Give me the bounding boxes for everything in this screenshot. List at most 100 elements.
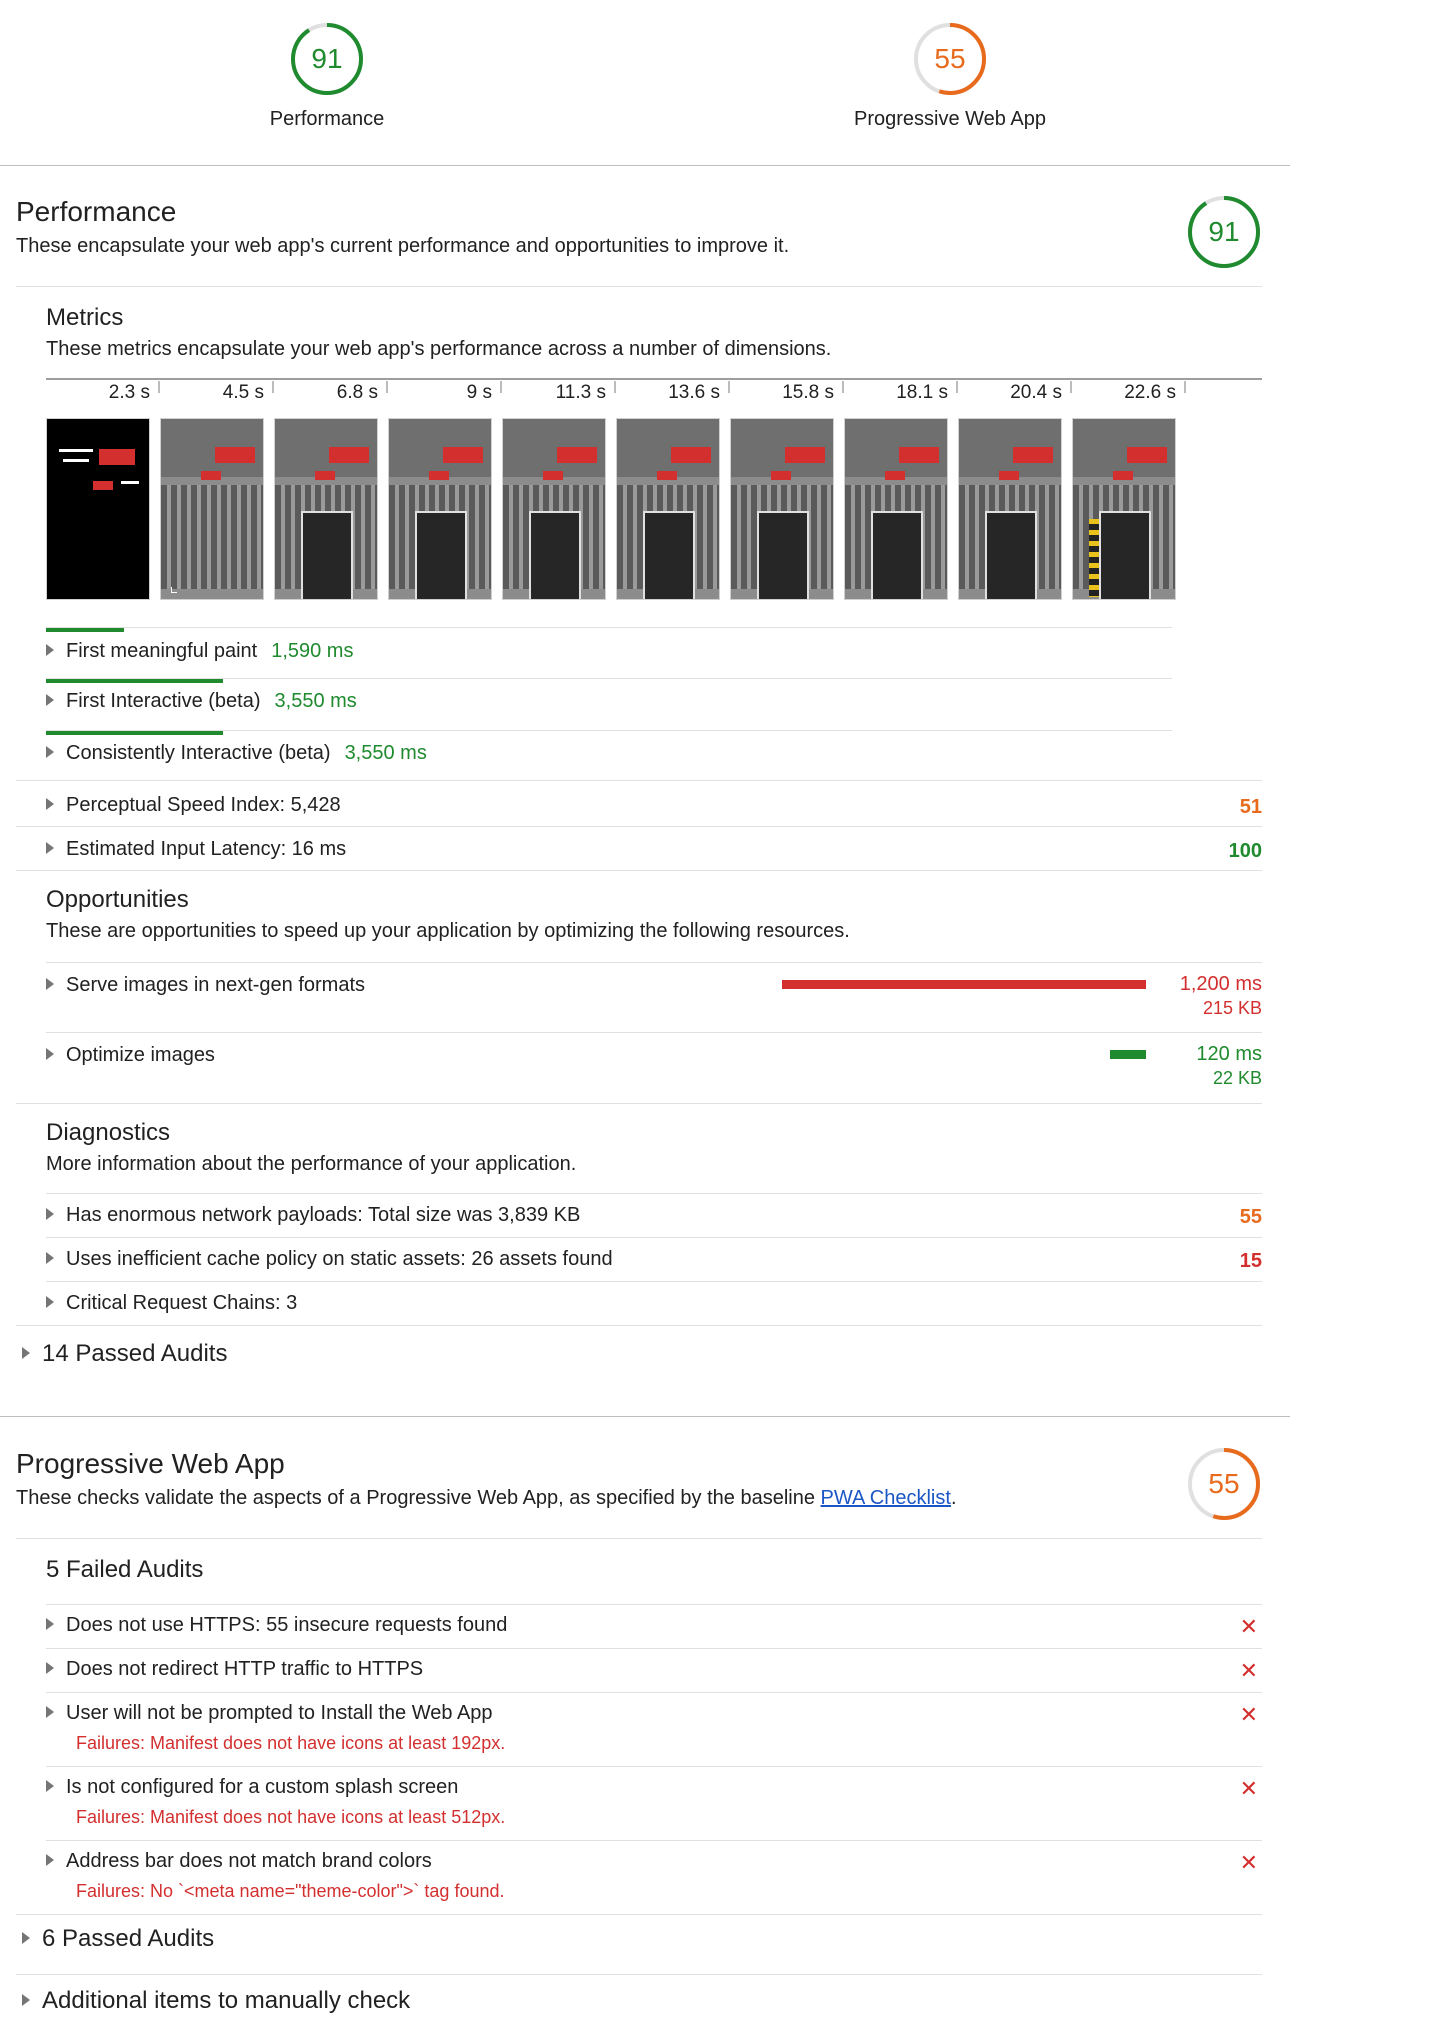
opportunity-size: 22 KB bbox=[1212, 1068, 1262, 1088]
failed-audit-label: Is not configured for a custom splash sc… bbox=[66, 1776, 459, 1798]
diagnostics-title: Diagnostics bbox=[46, 1119, 171, 1146]
timeline-tick: 22.6 s bbox=[1072, 380, 1186, 406]
audit-perceptual-speed-index[interactable]: Perceptual Speed Index: 5,428 bbox=[46, 794, 341, 817]
performance-section-title: Performance bbox=[16, 196, 177, 227]
timeline-tick: 20.4 s bbox=[958, 380, 1072, 406]
audit-first-meaningful-paint[interactable]: First meaningful paint 1,590 ms bbox=[46, 640, 353, 663]
opportunities-description: These are opportunities to speed up your… bbox=[46, 920, 850, 942]
metric-bar-first-meaningful-paint bbox=[46, 628, 124, 632]
audit-label: Perceptual Speed Index: 5,428 bbox=[66, 794, 341, 816]
diagnostic-network-payloads[interactable]: Has enormous network payloads: Total siz… bbox=[46, 1204, 580, 1227]
failed-audit-detail: Failures: Manifest does not have icons a… bbox=[76, 1807, 506, 1827]
expand-arrow-icon bbox=[46, 1207, 54, 1220]
manual-check-toggle[interactable]: Additional items to manually check bbox=[22, 1987, 410, 2015]
divider bbox=[46, 1237, 1262, 1238]
summary-gauge-pwa[interactable]: 55 Progressive Web App bbox=[800, 22, 1100, 131]
filmstrip-frame bbox=[502, 418, 606, 600]
failed-audits-title: 5 Failed Audits bbox=[46, 1556, 204, 1583]
failed-audit-installable[interactable]: User will not be prompted to Install the… bbox=[46, 1702, 493, 1725]
divider bbox=[46, 1604, 1262, 1605]
audit-first-interactive[interactable]: First Interactive (beta) 3,550 ms bbox=[46, 690, 357, 713]
failed-audit-detail: Failures: No `<meta name="theme-color">`… bbox=[76, 1881, 505, 1901]
failed-audit-redirect[interactable]: Does not redirect HTTP traffic to HTTPS bbox=[46, 1658, 423, 1681]
divider bbox=[46, 1281, 1262, 1282]
metric-bar-consistently-interactive bbox=[46, 731, 223, 735]
pwa-section-description: These checks validate the aspects of a P… bbox=[16, 1487, 957, 1510]
pwa-description-end: . bbox=[950, 1487, 957, 1509]
filmstrip-frame bbox=[1072, 418, 1176, 600]
audit-score: 51 bbox=[1239, 796, 1262, 818]
summary-gauges: 91 Performance 55 Progressive Web App bbox=[0, 0, 1290, 166]
diagnostic-label: Critical Request Chains: 3 bbox=[66, 1292, 298, 1314]
performance-passed-audits-toggle[interactable]: 14 Passed Audits bbox=[22, 1340, 227, 1368]
opportunity-next-gen-formats[interactable]: Serve images in next-gen formats bbox=[46, 974, 365, 997]
expand-arrow-icon bbox=[46, 693, 54, 706]
diagnostic-label: Uses inefficient cache policy on static … bbox=[66, 1248, 613, 1270]
diagnostic-cache-policy[interactable]: Uses inefficient cache policy on static … bbox=[46, 1248, 613, 1271]
opportunity-size: 215 KB bbox=[1202, 998, 1262, 1018]
divider bbox=[16, 1325, 1262, 1326]
filmstrip-frame bbox=[616, 418, 720, 600]
divider bbox=[46, 1840, 1262, 1841]
expand-arrow-icon bbox=[46, 797, 54, 810]
failed-audit-label: Address bar does not match brand colors bbox=[66, 1850, 432, 1872]
timeline-tick: 6.8 s bbox=[274, 380, 388, 406]
divider bbox=[16, 1538, 1262, 1539]
expand-arrow-icon bbox=[46, 841, 54, 854]
timeline-tick: 11.3 s bbox=[502, 380, 616, 406]
fail-x-icon: ✕ bbox=[1239, 1850, 1258, 1875]
expand-arrow-icon bbox=[22, 1346, 30, 1359]
failed-audit-theme-color[interactable]: Address bar does not match brand colors bbox=[46, 1850, 432, 1873]
opportunity-optimize-images[interactable]: Optimize images bbox=[46, 1044, 215, 1067]
audit-label: Estimated Input Latency: 16 ms bbox=[66, 838, 347, 860]
divider bbox=[16, 1103, 1262, 1104]
failed-audit-label: User will not be prompted to Install the… bbox=[66, 1702, 493, 1724]
metrics-description: These metrics encapsulate your web app's… bbox=[46, 338, 832, 360]
filmstrip-frame bbox=[958, 418, 1062, 600]
timeline-tick: 18.1 s bbox=[844, 380, 958, 406]
failed-audit-label: Does not use HTTPS: 55 insecure requests… bbox=[66, 1614, 508, 1636]
pwa-section-score: 55 bbox=[1208, 1468, 1240, 1499]
timeline-tick: 13.6 s bbox=[616, 380, 730, 406]
divider bbox=[46, 1648, 1262, 1649]
expand-arrow-icon bbox=[22, 1931, 30, 1944]
pwa-gauge-label: Progressive Web App bbox=[854, 108, 1046, 130]
fail-x-icon: ✕ bbox=[1239, 1702, 1258, 1727]
fail-x-icon: ✕ bbox=[1239, 1776, 1258, 1801]
audit-estimated-input-latency[interactable]: Estimated Input Latency: 16 ms bbox=[46, 838, 346, 861]
audit-consistently-interactive[interactable]: Consistently Interactive (beta) 3,550 ms bbox=[46, 742, 427, 765]
filmstrip-frame bbox=[730, 418, 834, 600]
divider bbox=[46, 627, 1172, 628]
fail-x-icon: ✕ bbox=[1239, 1614, 1258, 1639]
audit-value: 3,550 ms bbox=[274, 690, 357, 712]
passed-audits-label: 6 Passed Audits bbox=[42, 1925, 215, 1952]
pwa-checklist-link[interactable]: PWA Checklist bbox=[821, 1487, 951, 1509]
filmstrip-frame bbox=[274, 418, 378, 600]
metrics-title: Metrics bbox=[46, 304, 124, 331]
summary-gauge-performance[interactable]: 91 Performance bbox=[177, 22, 477, 131]
audit-value: 1,590 ms bbox=[271, 640, 354, 662]
divider bbox=[16, 780, 1262, 781]
opportunity-savings: 120 ms 22 KB bbox=[1196, 1042, 1262, 1090]
divider bbox=[46, 1692, 1262, 1693]
filmstrip-timeline: 2.3 s 4.5 s 6.8 s 9 s 11.3 s 13.6 s 15.8… bbox=[46, 378, 1262, 404]
diagnostic-critical-request-chains[interactable]: Critical Request Chains: 3 bbox=[46, 1292, 297, 1315]
audit-value: 3,550 ms bbox=[344, 742, 427, 764]
opportunity-bar bbox=[1110, 1050, 1146, 1059]
expand-arrow-icon bbox=[46, 1047, 54, 1060]
filmstrip-frame bbox=[844, 418, 948, 600]
pwa-section-title: Progressive Web App bbox=[16, 1448, 285, 1479]
opportunity-time: 120 ms bbox=[1196, 1043, 1262, 1065]
timeline-tick: 4.5 s bbox=[160, 380, 274, 406]
opportunity-label: Serve images in next-gen formats bbox=[66, 974, 366, 996]
failed-audit-splash-screen[interactable]: Is not configured for a custom splash sc… bbox=[46, 1776, 458, 1799]
pwa-passed-audits-toggle[interactable]: 6 Passed Audits bbox=[22, 1925, 214, 1953]
filmstrip-frame bbox=[388, 418, 492, 600]
passed-audits-label: 14 Passed Audits bbox=[42, 1340, 228, 1367]
expand-arrow-icon bbox=[46, 1661, 54, 1674]
diagnostics-description: More information about the performance o… bbox=[46, 1153, 577, 1175]
failed-audit-https[interactable]: Does not use HTTPS: 55 insecure requests… bbox=[46, 1614, 507, 1637]
timeline-tick: 9 s bbox=[388, 380, 502, 406]
opportunity-time: 1,200 ms bbox=[1179, 973, 1262, 995]
divider bbox=[46, 1032, 1262, 1033]
